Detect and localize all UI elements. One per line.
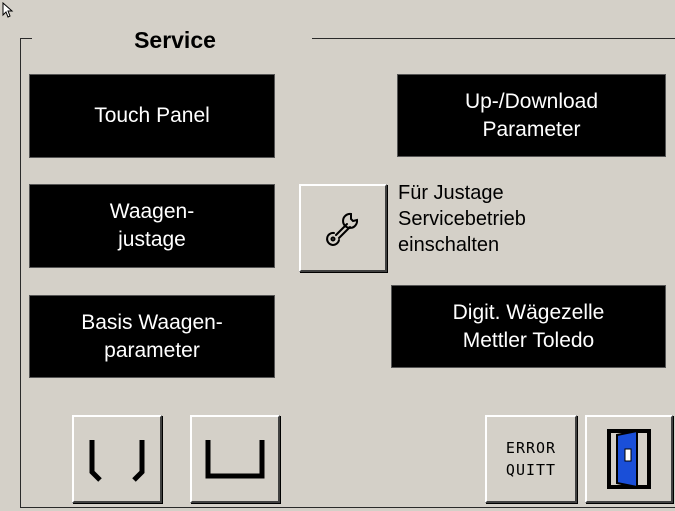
door-exit-icon (607, 429, 651, 489)
exit-button[interactable] (585, 415, 673, 503)
bracket-icon (89, 440, 145, 482)
up-download-parameter-button[interactable]: Up-/Download Parameter (397, 74, 666, 157)
service-mode-toggle-button[interactable] (299, 184, 387, 272)
tray-view-button[interactable] (190, 415, 280, 503)
group-frame-top-right (312, 38, 675, 39)
basis-waagenparameter-button[interactable]: Basis Waagen- parameter (29, 295, 275, 378)
group-frame-left (20, 38, 21, 508)
mouse-cursor-icon (2, 2, 14, 18)
touch-panel-button[interactable]: Touch Panel (29, 74, 275, 158)
error-quitt-button[interactable]: ERROR QUITT (485, 415, 577, 503)
tray-icon (205, 440, 265, 479)
error-quitt-label: ERROR QUITT (505, 439, 557, 479)
bracket-view-button[interactable] (72, 415, 162, 503)
digit-waegezelle-button[interactable]: Digit. Wägezelle Mettler Toledo (391, 285, 666, 368)
group-frame-bottom (20, 507, 675, 508)
group-title: Service (134, 27, 216, 53)
group-frame-top-left (20, 38, 32, 39)
waagenjustage-button[interactable]: Waagen- justage (29, 184, 275, 268)
service-mode-hint: Für Justage Servicebetrieb einschalten (398, 182, 526, 256)
wrench-icon (326, 212, 359, 246)
